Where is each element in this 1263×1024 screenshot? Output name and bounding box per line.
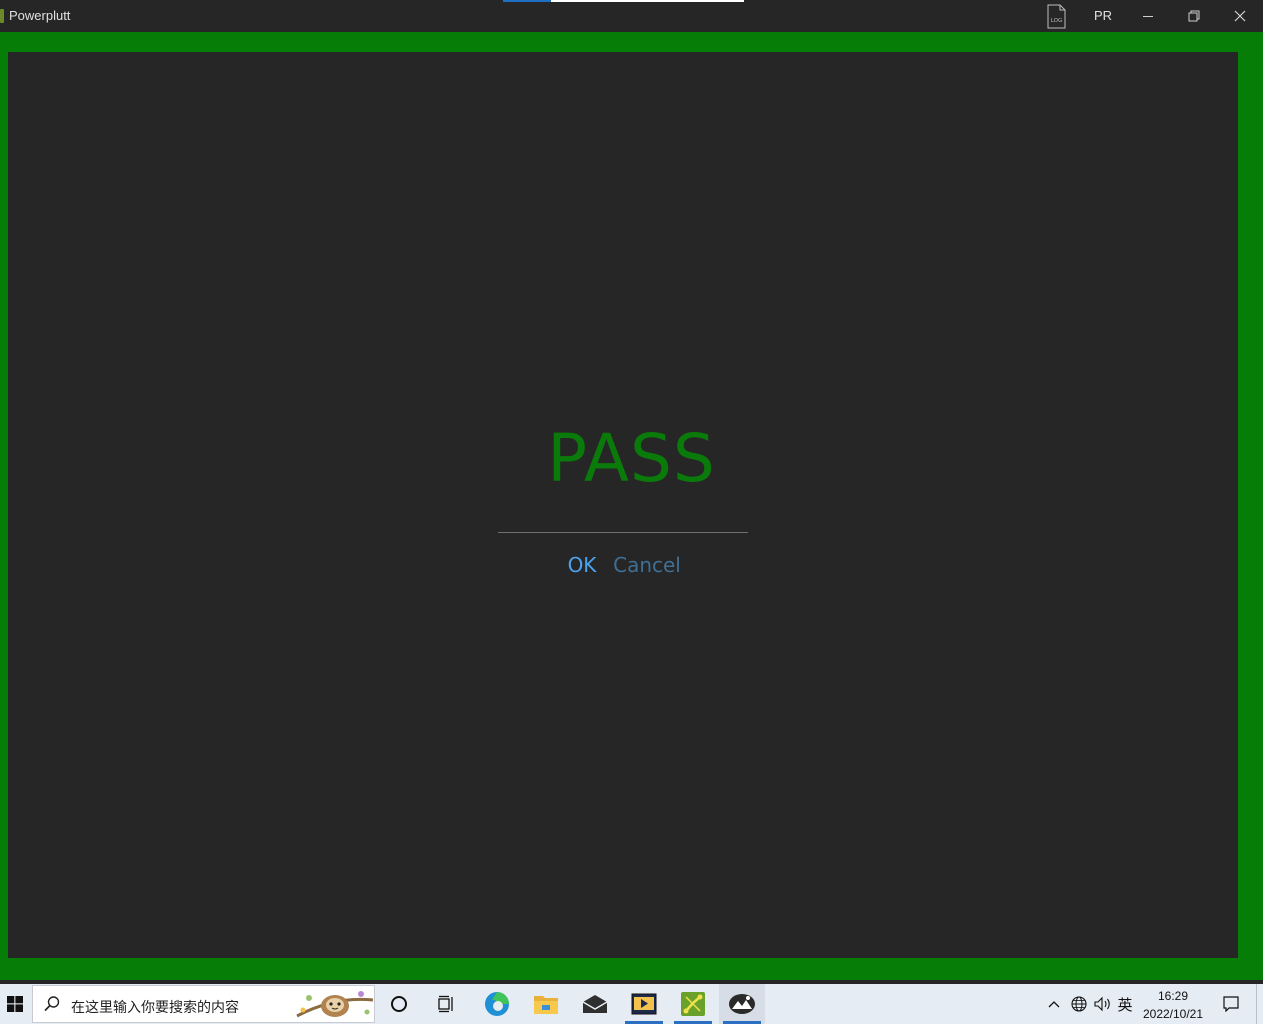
restore-button[interactable] (1176, 2, 1212, 30)
search-icon (43, 995, 61, 1013)
volume-button[interactable] (1092, 984, 1114, 1024)
show-hidden-icons-button[interactable] (1044, 984, 1064, 1024)
speaker-icon (1094, 996, 1110, 1012)
log-icon-text: LOG (1051, 18, 1062, 24)
taskbar-search-box[interactable]: 在这里输入你要搜索的内容 (32, 985, 375, 1023)
windows-logo-icon (7, 996, 23, 1012)
task-view-button[interactable] (424, 984, 470, 1024)
green-app-button[interactable] (670, 984, 716, 1024)
cortana-button[interactable] (376, 984, 422, 1024)
edge-icon (485, 992, 509, 1016)
close-icon (1234, 10, 1246, 22)
minimize-icon (1143, 16, 1153, 17)
show-desktop-button[interactable] (1256, 984, 1263, 1024)
video-app-icon (631, 993, 657, 1015)
photos-app-button[interactable] (719, 984, 765, 1024)
status-frame (0, 32, 1263, 980)
sloth-illustration-icon (296, 991, 374, 1018)
globe-icon (1071, 996, 1087, 1012)
window-title: Powerplutt (9, 8, 71, 23)
close-button[interactable] (1222, 2, 1258, 30)
progress-bar-fill (503, 0, 552, 2)
ok-button[interactable]: OK (560, 551, 604, 579)
dialog-divider (498, 532, 748, 533)
cancel-button[interactable]: Cancel (610, 551, 684, 579)
video-app-button[interactable] (621, 984, 667, 1024)
green-app-icon (681, 992, 705, 1016)
log-file-icon: LOG (1047, 4, 1066, 29)
progress-bar (503, 0, 744, 2)
task-view-icon (438, 995, 453, 1013)
edge-button[interactable] (474, 984, 520, 1024)
log-button[interactable]: LOG (1043, 3, 1069, 30)
photos-app-icon (729, 994, 755, 1014)
pr-button[interactable]: PR (1088, 6, 1118, 26)
search-placeholder: 在这里输入你要搜索的内容 (71, 1000, 239, 1016)
taskbar: 在这里输入你要搜索的内容 英 16:29 2022/10/21 (0, 984, 1263, 1024)
file-explorer-icon (534, 996, 558, 1014)
title-bar: Powerplutt LOG PR (0, 0, 1263, 32)
notification-icon (1223, 996, 1239, 1012)
restore-icon (1188, 10, 1200, 22)
app-icon (0, 9, 4, 23)
minimize-button[interactable] (1130, 2, 1166, 30)
content-panel (8, 52, 1238, 958)
result-status: PASS (547, 420, 716, 497)
ime-indicator[interactable]: 英 (1115, 994, 1135, 1015)
chevron-up-icon (1048, 1001, 1060, 1008)
start-button[interactable] (0, 984, 30, 1024)
file-explorer-button[interactable] (523, 984, 569, 1024)
clock-date: 2022/10/21 (1142, 1007, 1204, 1021)
clock[interactable]: 16:29 2022/10/21 (1136, 987, 1210, 1023)
action-center-button[interactable] (1218, 984, 1244, 1024)
clock-time: 16:29 (1157, 989, 1189, 1003)
mail-icon (582, 995, 608, 1013)
cortana-icon (391, 996, 407, 1012)
network-button[interactable] (1068, 984, 1090, 1024)
mail-button[interactable] (572, 984, 618, 1024)
